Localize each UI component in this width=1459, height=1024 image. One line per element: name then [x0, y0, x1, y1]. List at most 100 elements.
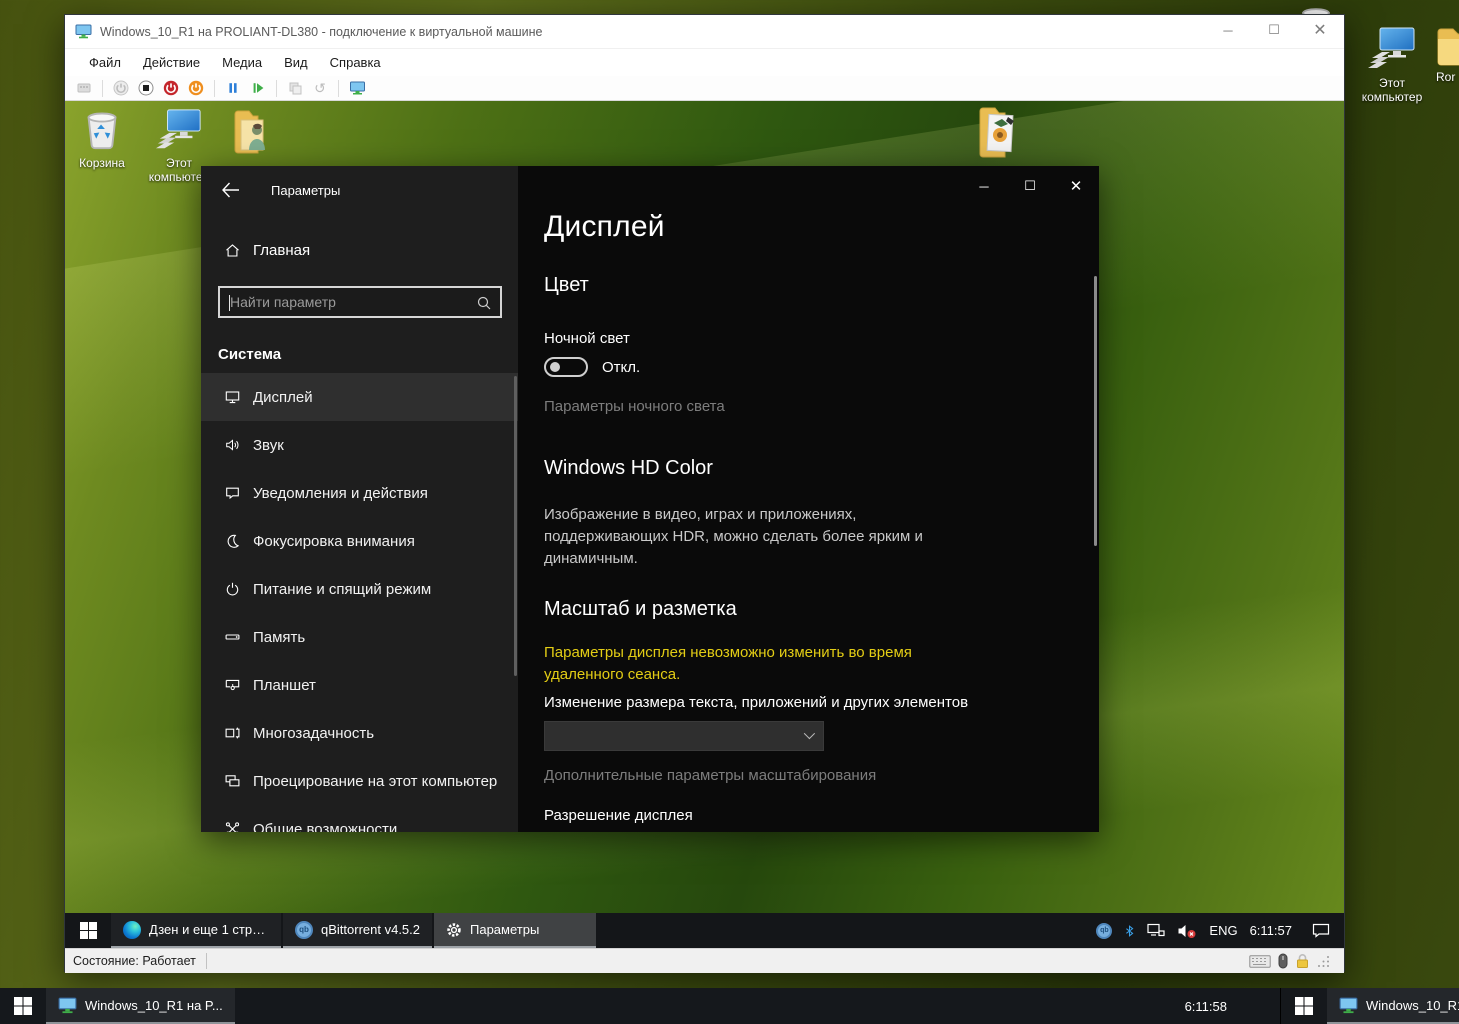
- menu-action[interactable]: Действие: [133, 51, 210, 74]
- settings-content: ─ ☐ ✕ Дисплей Цвет Ночной свет Откл. Пар…: [518, 166, 1099, 832]
- search-icon[interactable]: [476, 295, 492, 311]
- sidebar-item-power-sleep[interactable]: Питание и спящий режим: [201, 565, 518, 613]
- reset-icon[interactable]: [249, 79, 267, 97]
- menu-help[interactable]: Справка: [320, 51, 391, 74]
- lock-status-icon[interactable]: [1295, 953, 1310, 969]
- clock[interactable]: 6:11:57: [1250, 923, 1292, 938]
- revert-icon[interactable]: ↺: [311, 79, 329, 97]
- windows-start-icon: [80, 922, 97, 939]
- mouse-status-icon[interactable]: [1278, 953, 1288, 969]
- host-start-button-2[interactable]: [1281, 988, 1327, 1024]
- ctrl-alt-del-icon[interactable]: [75, 79, 93, 97]
- sidebar-item-shared-experiences[interactable]: Общие возможности: [201, 805, 518, 832]
- close-button[interactable]: ✕: [1053, 166, 1099, 206]
- volume-muted-icon[interactable]: [1177, 923, 1197, 939]
- sidebar-scrollbar[interactable]: [514, 376, 517, 676]
- maximize-button[interactable]: ☐: [1254, 15, 1294, 45]
- turn-off-icon[interactable]: [137, 79, 155, 97]
- page-title: Дисплей: [544, 210, 998, 244]
- taskbar-button-label: Windows_10_R1 на P.: [1366, 998, 1459, 1013]
- hyperv-vm-icon: [75, 24, 92, 39]
- night-light-label: Ночной свет: [544, 330, 998, 347]
- network-icon[interactable]: [1147, 923, 1165, 938]
- settings-title: Параметры: [271, 183, 340, 198]
- host-start-button[interactable]: [0, 988, 46, 1024]
- sidebar-item-focus-assist[interactable]: Фокусировка внимания: [201, 517, 518, 565]
- vm-start-button[interactable]: [65, 913, 111, 948]
- vm-status-text: Состояние: Работает: [73, 954, 196, 968]
- content-scrollbar[interactable]: [1094, 276, 1097, 546]
- vm-system-tray: qb ENG 6:11:57: [1096, 913, 1344, 948]
- menu-media[interactable]: Медиа: [212, 51, 272, 74]
- host-taskbar-second-monitor: Windows_10_R1 на P.: [1281, 988, 1459, 1024]
- sidebar-item-multitasking[interactable]: Многозадачность: [201, 709, 518, 757]
- taskbar-button-qbittorrent[interactable]: qb qBittorrent v4.5.2: [283, 913, 432, 948]
- tablet-icon: [223, 677, 241, 693]
- advanced-scaling-link[interactable]: Дополнительные параметры масштабирования: [544, 767, 998, 784]
- language-indicator[interactable]: ENG: [1209, 923, 1237, 938]
- qbittorrent-tray-icon[interactable]: qb: [1096, 923, 1112, 939]
- night-light-settings-link[interactable]: Параметры ночного света: [544, 398, 998, 415]
- enhanced-session-icon[interactable]: [348, 79, 366, 97]
- host-taskbar-button-vmconnect-2[interactable]: Windows_10_R1 на P.: [1327, 988, 1459, 1024]
- minimize-button[interactable]: ─: [1208, 15, 1248, 45]
- vm-desktop-icon-recycle-bin[interactable]: Корзина: [65, 106, 139, 170]
- minimize-button[interactable]: ─: [961, 166, 1007, 206]
- scale-dropdown[interactable]: [544, 721, 824, 751]
- settings-gear-icon: [446, 922, 462, 938]
- menu-file[interactable]: Файл: [79, 51, 131, 74]
- windows-start-icon: [14, 997, 32, 1015]
- settings-header: Параметры: [201, 166, 518, 214]
- home-icon: [223, 242, 241, 258]
- host-clock[interactable]: 6:11:58: [1185, 988, 1227, 1024]
- host-taskbar: Windows_10_R1 на P... 6:11:58 Windows_10…: [0, 988, 1459, 1024]
- host-taskbar-button-vmconnect[interactable]: Windows_10_R1 на P...: [46, 988, 235, 1024]
- folder-icon: [1434, 24, 1459, 68]
- resize-grip[interactable]: [1317, 955, 1330, 968]
- toolbar-separator: [102, 80, 103, 97]
- statusbar-separator: [206, 953, 207, 969]
- save-icon[interactable]: [187, 79, 205, 97]
- this-pc-icon: [1366, 24, 1418, 74]
- checkpoint-icon[interactable]: [286, 79, 304, 97]
- chevron-down-icon: [804, 728, 815, 739]
- pause-icon[interactable]: [224, 79, 242, 97]
- sidebar-item-storage[interactable]: Память: [201, 613, 518, 661]
- sidebar-item-home[interactable]: Главная: [201, 230, 518, 270]
- power-sleep-icon: [223, 581, 241, 597]
- hdr-heading: Windows HD Color: [544, 457, 998, 480]
- keyboard-status-icon[interactable]: [1249, 955, 1271, 968]
- projecting-icon: [223, 773, 241, 789]
- vm-viewport: Корзина Этот компьютер: [65, 101, 1344, 948]
- vm-desktop-icon-user-folder[interactable]: [215, 106, 289, 158]
- vm-menubar: Файл Действие Медиа Вид Справка: [65, 49, 1344, 76]
- toolbar-separator: [338, 80, 339, 97]
- night-light-toggle[interactable]: [544, 357, 588, 377]
- action-center-icon[interactable]: [1312, 923, 1330, 938]
- toolbar-separator: [214, 80, 215, 97]
- taskbar-button-label: Параметры: [470, 922, 539, 937]
- bluetooth-icon[interactable]: [1124, 923, 1135, 939]
- vm-desktop-icon-pictures-folder[interactable]: [963, 101, 1037, 159]
- shutdown-icon[interactable]: [162, 79, 180, 97]
- taskbar-button-edge[interactable]: Дзен и еще 1 страни...: [111, 913, 281, 948]
- sidebar-item-tablet[interactable]: Планшет: [201, 661, 518, 709]
- sidebar-item-display[interactable]: Дисплей: [201, 373, 518, 421]
- sidebar-item-projecting[interactable]: Проецирование на этот компьютер: [201, 757, 518, 805]
- close-button[interactable]: ✕: [1300, 15, 1340, 45]
- host-desktop-icon-this-pc[interactable]: Этот компьютер: [1355, 24, 1429, 104]
- back-button[interactable]: [221, 182, 245, 198]
- search-input[interactable]: Найти параметр: [218, 286, 502, 318]
- windows-start-icon: [1295, 997, 1313, 1015]
- vm-titlebar[interactable]: Windows_10_R1 на PROLIANT-DL380 - подклю…: [65, 15, 1344, 49]
- storage-icon: [223, 629, 241, 645]
- sidebar-item-notifications[interactable]: Уведомления и действия: [201, 469, 518, 517]
- host-desktop-icon-ror-folder[interactable]: Ror: [1430, 24, 1459, 84]
- sidebar-item-sound[interactable]: Звук: [201, 421, 518, 469]
- taskbar-button-settings[interactable]: Параметры: [434, 913, 596, 948]
- maximize-button[interactable]: ☐: [1007, 166, 1053, 206]
- taskbar-button-label: Дзен и еще 1 страни...: [149, 922, 269, 937]
- remote-session-warning: Параметры дисплея невозможно изменить во…: [544, 642, 979, 686]
- menu-view[interactable]: Вид: [274, 51, 318, 74]
- start-power-icon[interactable]: [112, 79, 130, 97]
